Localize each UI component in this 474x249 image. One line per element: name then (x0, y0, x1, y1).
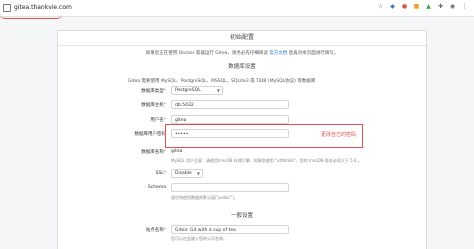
ssl-row: SSL* Disable ▼ (58, 169, 426, 179)
site-title-label: 站点名称* (145, 228, 166, 233)
db-host-row: 数据库主机* db:5432 (58, 100, 426, 110)
intro-text: 如果您正在使用 Docker 容器运行 Gitea，请务必先仔细阅读 官方文档 … (58, 50, 426, 56)
db-user-label: 用户名* (150, 118, 166, 123)
site-title-help: 您可以在此输入您的公司名称。 (171, 236, 227, 241)
ssl-label: SSL* (155, 171, 166, 176)
address-bar[interactable]: gitea.thankvie.com (3, 1, 72, 14)
extension-icon[interactable]: ◆ (389, 3, 396, 10)
url-text: gitea.thankvie.com (14, 4, 72, 11)
puzzle-icon[interactable]: ✚ (437, 3, 444, 10)
profile-icon[interactable]: ◉ (449, 3, 456, 10)
db-name-help: MySQL 用户注意：请使用InnoDB 存储引擎，如果您使用 "utf8mb4… (171, 158, 362, 163)
db-host-label: 数据库主机* (141, 103, 166, 108)
extension-orange-icon[interactable]: ■ (413, 3, 420, 10)
lock-icon (3, 3, 11, 12)
db-type-label: 数据库类型* (141, 89, 166, 94)
browser-toolbar: gitea.thankvie.com ☆ ◆ ● ■ ▲ ✚ ◉ ⋮ (0, 0, 474, 19)
intro-text-suffix: 后再对本页面进行填写。 (288, 51, 339, 56)
docs-link[interactable]: 官方文档 (269, 51, 287, 56)
chevron-down-icon: ▼ (196, 171, 200, 176)
extension-green-icon[interactable]: ▲ (425, 3, 432, 10)
password-annotation: 更改自己的密码 (321, 132, 357, 138)
db-name-input[interactable]: gitea (171, 147, 289, 156)
chevron-down-icon: ▼ (216, 88, 220, 93)
schema-row: Schema (58, 183, 426, 193)
db-host-input[interactable]: db:5432 (171, 100, 289, 109)
menu-icon[interactable]: ⋮ (461, 3, 468, 10)
schema-label: Schema (147, 185, 166, 190)
db-note: Gitea 需要使用 MySQL、PostgreSQL、MSSQL、SQLite… (128, 79, 316, 84)
site-title-row: 站点名称* Gitea: Git with a cup of tea (58, 225, 426, 235)
db-type-value: PostgreSQL (175, 88, 201, 93)
db-name-label: 数据库名称* (141, 150, 166, 155)
db-section-title: 数据库设置 (228, 64, 256, 70)
bookmark-star-icon[interactable]: ☆ (377, 3, 384, 10)
ssl-select[interactable]: Disable ▼ (171, 169, 203, 178)
general-section-title: 一般设置 (230, 213, 253, 219)
db-type-row: 数据库类型* PostgreSQL ▼ (58, 86, 426, 96)
url-underline-mark (0, 14, 62, 19)
extension-red-icon[interactable]: ● (401, 3, 408, 10)
db-user-input[interactable]: gitea (171, 115, 289, 124)
install-card: 初始配置 如果您正在使用 Docker 容器运行 Gitea，请务必先仔细阅读 … (57, 30, 427, 249)
db-password-label: 数据库用户密码 (134, 132, 167, 137)
schema-input[interactable] (171, 183, 289, 192)
schema-help: 留空则使用数据库默认值("public")。 (171, 195, 238, 200)
db-type-select[interactable]: PostgreSQL ▼ (171, 86, 223, 95)
browser-extension-icons: ☆ ◆ ● ■ ▲ ✚ ◉ ⋮ (377, 3, 468, 10)
intro-text-main: 如果您正在使用 Docker 容器运行 Gitea，请务必先仔细阅读 (145, 51, 268, 56)
ssl-value: Disable (175, 171, 192, 176)
site-title-input[interactable]: Gitea: Git with a cup of tea (171, 225, 289, 234)
db-name-row: 数据库名称* gitea (58, 147, 426, 157)
page-title: 初始配置 (58, 31, 426, 46)
